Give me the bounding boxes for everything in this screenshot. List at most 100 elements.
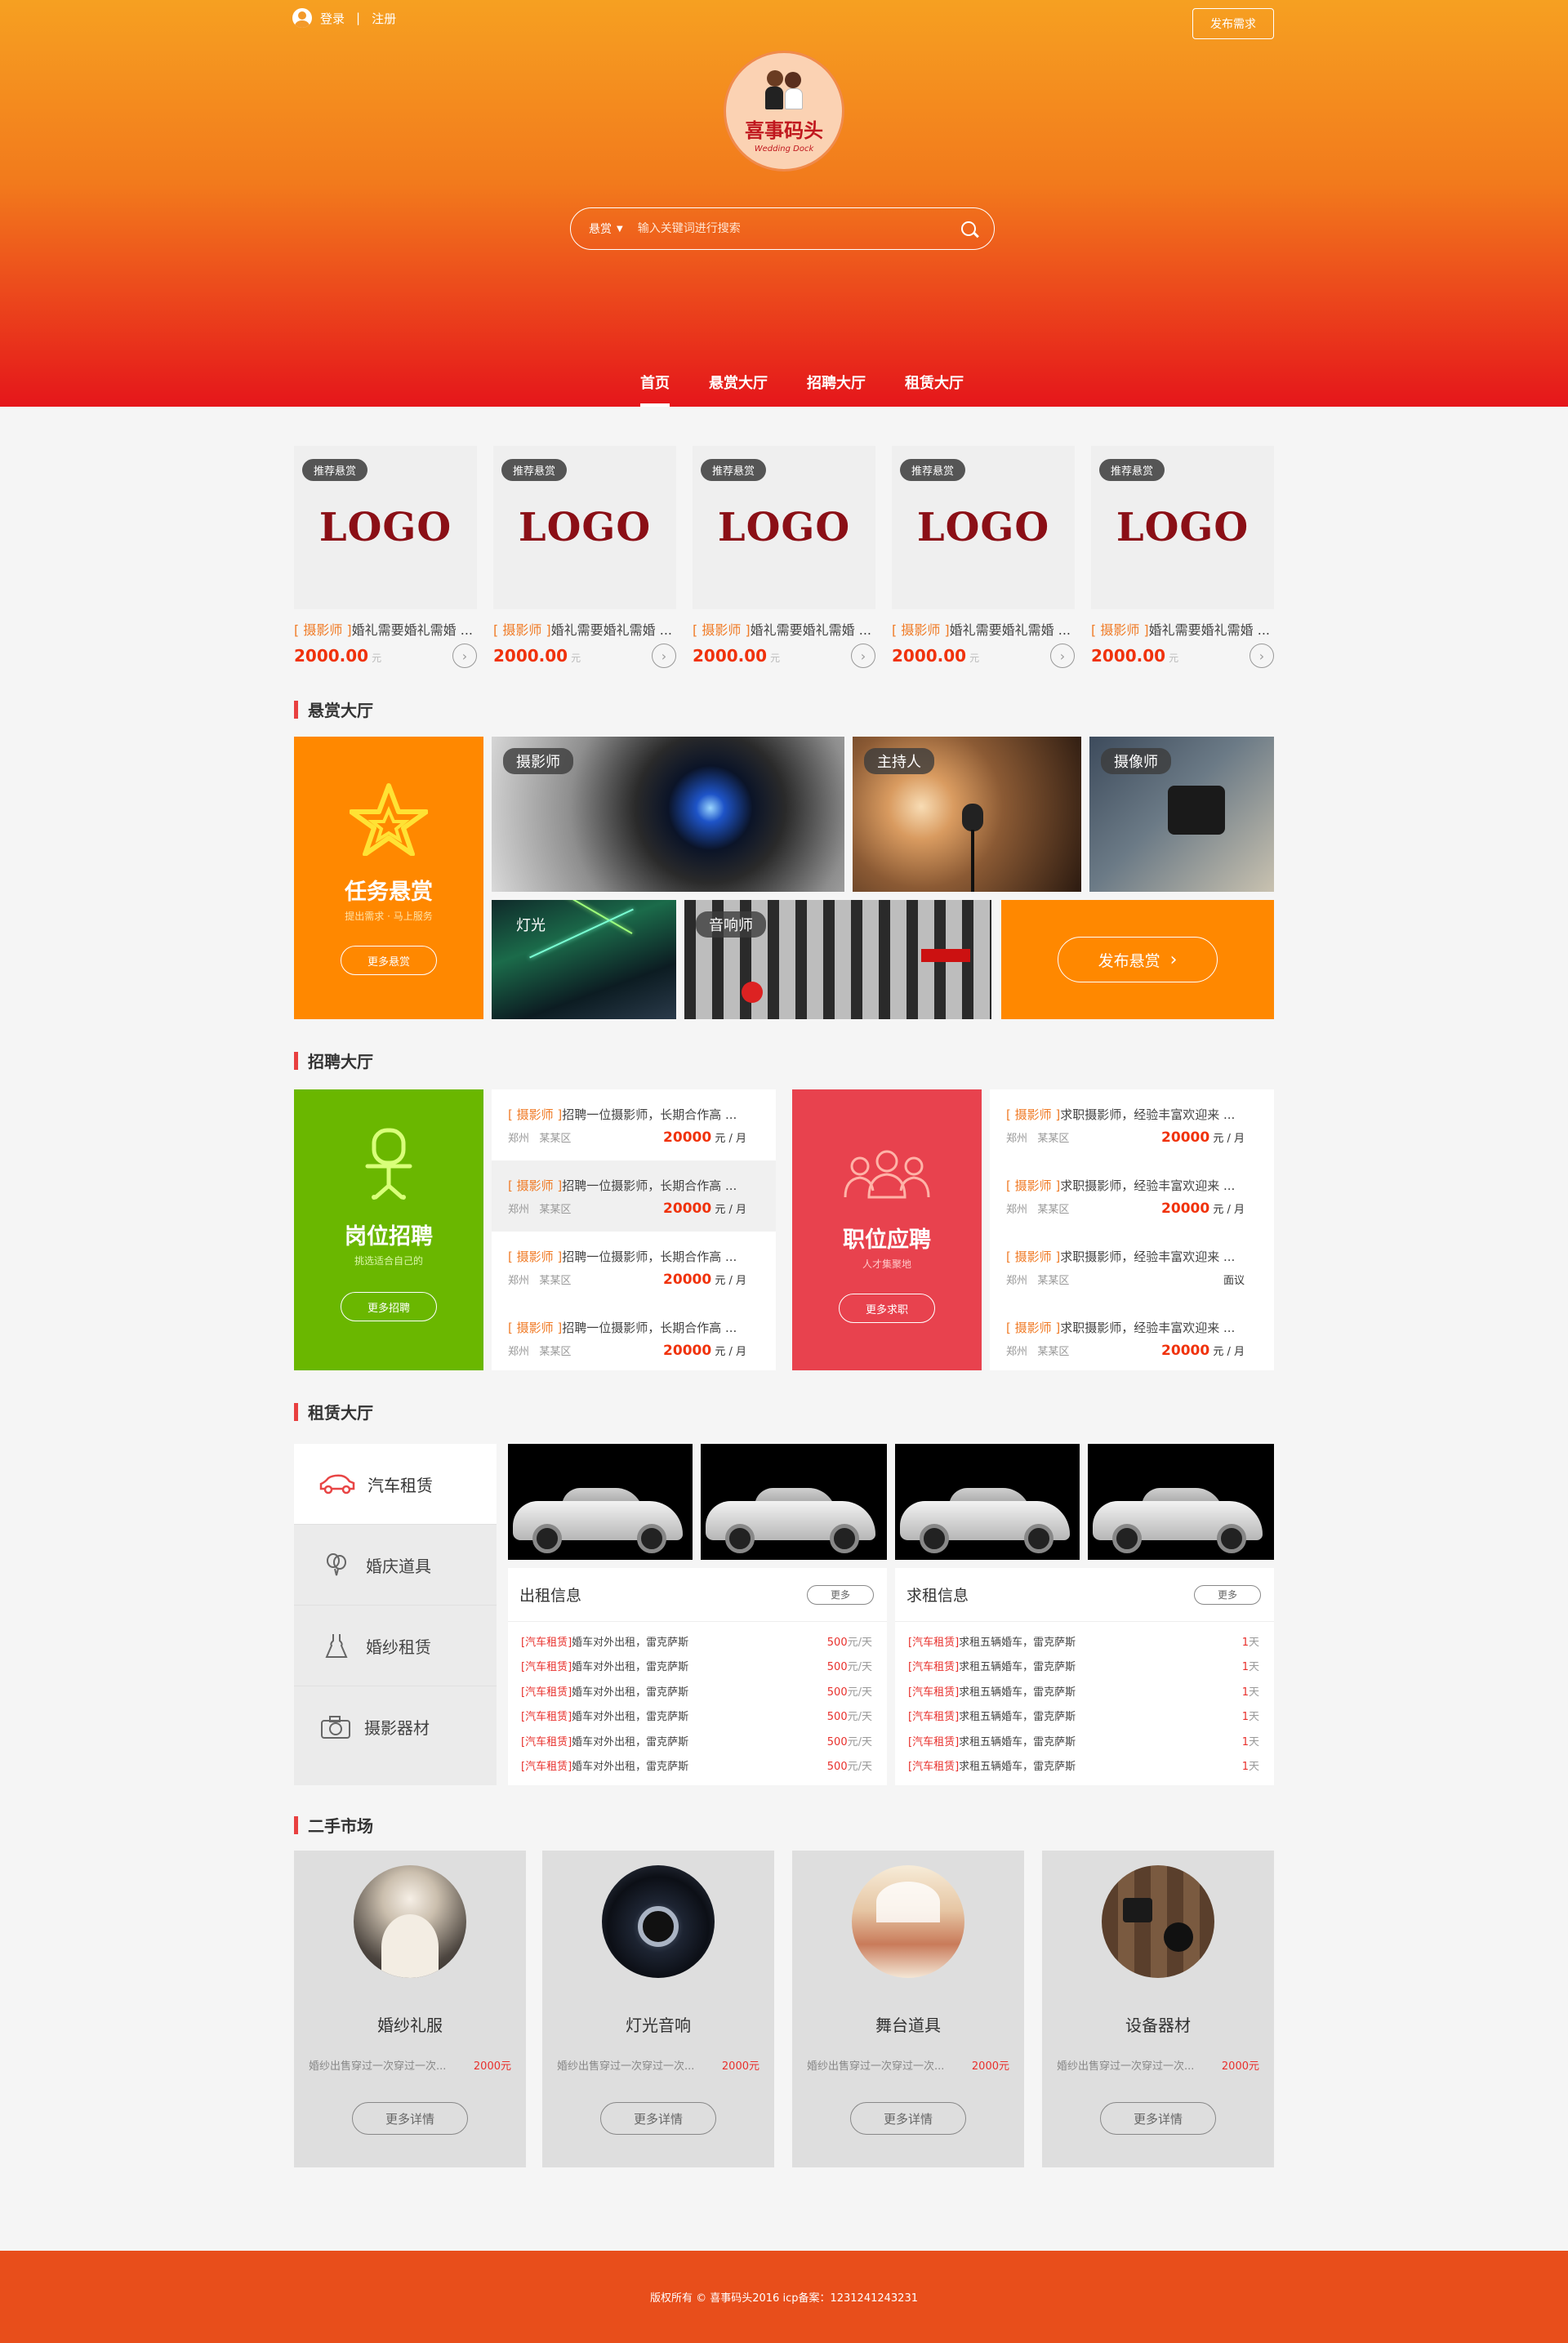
couple-illustration xyxy=(762,69,806,111)
divider: | xyxy=(356,11,361,25)
more-jobs-button[interactable]: 更多招聘 xyxy=(341,1292,437,1321)
search-bar: 悬赏 ▼ xyxy=(570,207,995,250)
details-button[interactable]: 更多详情 xyxy=(850,2102,966,2135)
tile-photographer[interactable]: 摄影师 xyxy=(492,737,844,892)
tile-label: 灯光 xyxy=(516,917,546,934)
site-logo[interactable]: 喜事码头 Wedding Dock xyxy=(724,51,844,171)
more-button[interactable]: 更多 xyxy=(807,1584,874,1605)
second-hand-card[interactable]: 设备器材 婚纱出售穿过一次穿过一次... 2000元 更多详情 xyxy=(1042,1851,1274,2167)
list-item[interactable]: [ 摄影师 ]招聘一位摄影师，长期合作高 ... 郑州 某某区 20000 元 / … xyxy=(492,1089,776,1160)
nav-home[interactable]: 首页 xyxy=(621,359,689,407)
hire-promo-sub: 挑选适合自己的 xyxy=(354,1255,423,1267)
list-item[interactable]: [ 摄影师 ]招聘一位摄影师，长期合作高 ... 郑州 某某区 20000 元 / … xyxy=(492,1303,776,1374)
account-bar: 登录 | 注册 xyxy=(292,7,396,29)
chevron-right-icon[interactable]: › xyxy=(452,644,477,668)
search-scope-select[interactable]: 悬赏 ▼ xyxy=(589,220,623,237)
list-item[interactable]: [汽车租赁]求租五辆婚车，雷克萨斯 1天 xyxy=(895,1678,1274,1704)
list-item[interactable]: [汽车租赁]婚车对外出租，雷克萨斯 500元/天 xyxy=(508,1728,887,1753)
second-hand-card[interactable]: 婚纱礼服 婚纱出售穿过一次穿过一次... 2000元 更多详情 xyxy=(294,1851,526,2167)
card-title: 婚礼需要婚礼需婚 ... xyxy=(949,622,1071,638)
card-price: 2000.00 元 xyxy=(294,646,382,666)
more-rewards-button[interactable]: 更多悬赏 xyxy=(341,946,437,975)
car-photo[interactable] xyxy=(508,1444,693,1560)
details-button[interactable]: 更多详情 xyxy=(1100,2102,1216,2135)
brand-tagline: Wedding Dock xyxy=(754,145,814,154)
tile-videographer[interactable]: 摄像师 xyxy=(1089,737,1274,892)
list-item[interactable]: [汽车租赁]婚车对外出租，雷克萨斯 500元/天 xyxy=(508,1753,887,1779)
recommended-card[interactable]: 推荐悬赏 LOGO [ 摄影师 ]婚礼需要婚礼需婚 ... 2000.00 元 › xyxy=(892,446,1075,668)
product-photo xyxy=(852,1865,964,1978)
list-item[interactable]: [汽车租赁]婚车对外出租，雷克萨斯 500元/天 xyxy=(508,1654,887,1679)
nav-reward-hall[interactable]: 悬赏大厅 xyxy=(689,359,787,407)
sidebar-item-car-rental[interactable]: 汽车租赁 xyxy=(294,1444,497,1525)
sidebar-item-wedding-props[interactable]: 婚庆道具 xyxy=(294,1525,497,1606)
recommended-card[interactable]: 推荐悬赏 LOGO [ 摄影师 ]婚礼需要婚礼需婚 ... 2000.00 元 › xyxy=(294,446,477,668)
sidebar-item-dress-rental[interactable]: 婚纱租赁 xyxy=(294,1606,497,1686)
chevron-right-icon[interactable]: › xyxy=(1050,644,1075,668)
second-hand-card[interactable]: 灯光音响 婚纱出售穿过一次穿过一次... 2000元 更多详情 xyxy=(542,1851,774,2167)
card-title: 婚礼需要婚礼需婚 ... xyxy=(351,622,474,638)
recommended-tag: 推荐悬赏 xyxy=(1099,459,1165,481)
list-item[interactable]: [汽车租赁]求租五辆婚车，雷克萨斯 1天 xyxy=(895,1704,1274,1729)
list-item[interactable]: [汽车租赁]求租五辆婚车，雷克萨斯 1天 xyxy=(895,1654,1274,1679)
recommended-card[interactable]: 推荐悬赏 LOGO [ 摄影师 ]婚礼需要婚礼需婚 ... 2000.00 元 › xyxy=(493,446,676,668)
panel-title: 求租信息 xyxy=(906,1587,969,1605)
list-item[interactable]: [汽车租赁]婚车对外出租，雷克萨斯 500元/天 xyxy=(508,1678,887,1704)
product-name: 灯光音响 xyxy=(626,2016,691,2035)
second-hand-card[interactable]: 舞台道具 婚纱出售穿过一次穿过一次... 2000元 更多详情 xyxy=(792,1851,1024,2167)
list-item[interactable]: [ 摄影师 ]求职摄影师，经验丰富欢迎来 ... 郑州 某某区 20000 元 / … xyxy=(990,1303,1274,1374)
product-price: 2000元 xyxy=(473,2060,511,2073)
login-link[interactable]: 登录 xyxy=(320,10,345,27)
nav-rental-hall[interactable]: 租赁大厅 xyxy=(885,359,983,407)
details-button[interactable]: 更多详情 xyxy=(600,2102,716,2135)
list-item[interactable]: [汽车租赁]求租五辆婚车，雷克萨斯 1天 xyxy=(895,1753,1274,1779)
tile-sound-engineer[interactable]: 音响师 xyxy=(684,900,991,1019)
publish-reward-button[interactable]: 发布悬赏 › xyxy=(1058,937,1218,982)
product-desc: 婚纱出售穿过一次穿过一次... xyxy=(309,2060,447,2073)
star-icon xyxy=(349,783,429,857)
card-price: 2000.00 元 xyxy=(693,646,781,666)
car-photo[interactable] xyxy=(1088,1444,1274,1560)
tile-label: 主持人 xyxy=(864,748,934,774)
list-item[interactable]: [ 摄影师 ]招聘一位摄影师，长期合作高 ... 郑州 某某区 20000 元 / … xyxy=(492,1232,776,1303)
publish-request-button[interactable]: 发布需求 xyxy=(1192,8,1274,39)
copyright: 版权所有 © 喜事码头2016 icp备案：1231241243231 xyxy=(649,2292,918,2305)
chevron-right-icon[interactable]: › xyxy=(851,644,875,668)
list-item[interactable]: [汽车租赁]求租五辆婚车，雷克萨斯 1天 xyxy=(895,1628,1274,1654)
recommended-card[interactable]: 推荐悬赏 LOGO [ 摄影师 ]婚礼需要婚礼需婚 ... 2000.00 元 › xyxy=(1091,446,1274,668)
chair-icon xyxy=(365,1128,412,1200)
car-photo[interactable] xyxy=(895,1444,1080,1560)
list-item[interactable]: [汽车租赁]婚车对外出租，雷克萨斯 500元/天 xyxy=(508,1704,887,1729)
nav-recruit-hall[interactable]: 招聘大厅 xyxy=(787,359,885,407)
car-photo[interactable] xyxy=(701,1444,887,1560)
sidebar-item-camera-gear[interactable]: 摄影器材 xyxy=(294,1686,497,1767)
logo-placeholder: LOGO xyxy=(518,505,652,550)
details-button[interactable]: 更多详情 xyxy=(352,2102,468,2135)
list-item[interactable]: [ 摄影师 ]求职摄影师，经验丰富欢迎来 ... 郑州 某某区 20000 元 / … xyxy=(990,1089,1274,1160)
more-resumes-button[interactable]: 更多求职 xyxy=(839,1294,935,1323)
main-nav: 首页 悬赏大厅 招聘大厅 租赁大厅 xyxy=(621,359,983,407)
register-link[interactable]: 注册 xyxy=(372,10,396,27)
card-category: [ 摄影师 ] xyxy=(294,622,352,638)
product-desc: 婚纱出售穿过一次穿过一次... xyxy=(807,2060,945,2073)
reward-promo-sub: 提出需求 · 马上服务 xyxy=(345,911,433,922)
list-item[interactable]: [汽车租赁]求租五辆婚车，雷克萨斯 1天 xyxy=(895,1728,1274,1753)
product-name: 设备器材 xyxy=(1125,2016,1191,2035)
reward-promo-title: 任务悬赏 xyxy=(345,880,433,905)
tile-lighting[interactable]: 灯光 xyxy=(492,900,676,1019)
tile-host[interactable]: 主持人 xyxy=(853,737,1081,892)
hire-list: [ 摄影师 ]招聘一位摄影师，长期合作高 ... 郑州 某某区 20000 元 / … xyxy=(492,1089,776,1370)
card-price: 2000.00 元 xyxy=(493,646,581,666)
list-item[interactable]: [ 摄影师 ]招聘一位摄影师，长期合作高 ... 郑州 某某区 20000 元 / … xyxy=(492,1160,776,1232)
camera-icon xyxy=(321,1715,350,1739)
card-title: 婚礼需要婚礼需婚 ... xyxy=(1148,622,1271,638)
recommended-card[interactable]: 推荐悬赏 LOGO [ 摄影师 ]婚礼需要婚礼需婚 ... 2000.00 元 › xyxy=(693,446,875,668)
chevron-right-icon[interactable]: › xyxy=(1250,644,1274,668)
search-input[interactable] xyxy=(637,222,961,235)
list-item[interactable]: [汽车租赁]婚车对外出租，雷克萨斯 500元/天 xyxy=(508,1628,887,1654)
list-item[interactable]: [ 摄影师 ]求职摄影师，经验丰富欢迎来 ... 郑州 某某区 面议 xyxy=(990,1232,1274,1303)
list-item[interactable]: [ 摄影师 ]求职摄影师，经验丰富欢迎来 ... 郑州 某某区 20000 元 / … xyxy=(990,1160,1274,1232)
search-icon[interactable] xyxy=(961,221,976,236)
more-button[interactable]: 更多 xyxy=(1194,1584,1261,1605)
chevron-right-icon[interactable]: › xyxy=(652,644,676,668)
